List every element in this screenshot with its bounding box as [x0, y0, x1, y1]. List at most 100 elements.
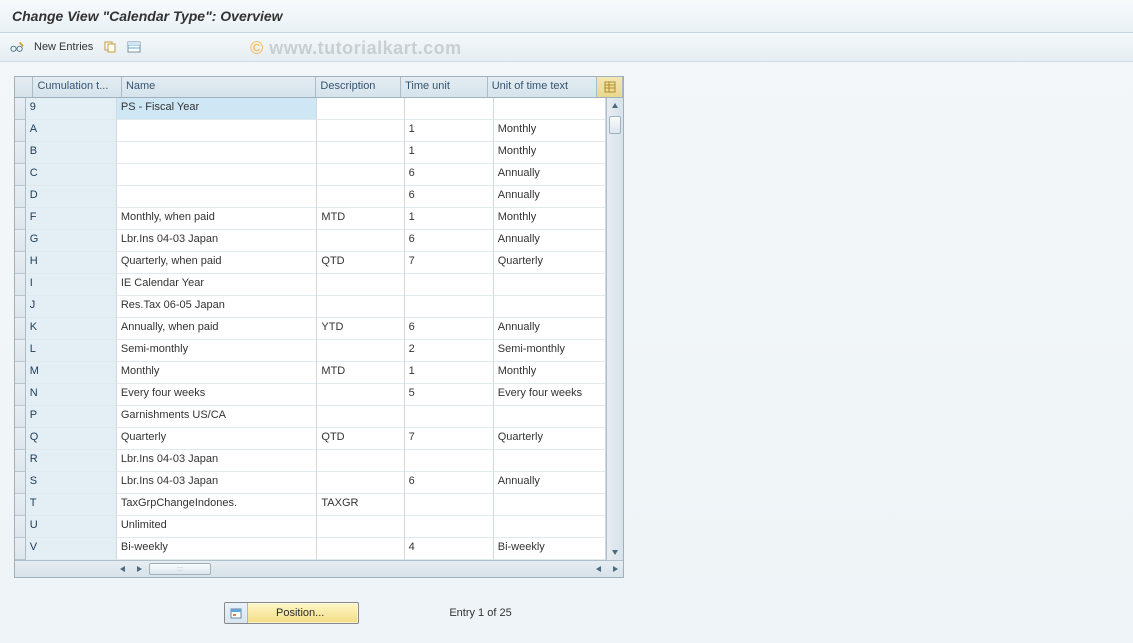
- cell-description[interactable]: [317, 120, 404, 142]
- cell-time-unit[interactable]: 6: [405, 472, 494, 494]
- row-selector[interactable]: [15, 494, 26, 516]
- cell-description[interactable]: [317, 472, 404, 494]
- cell-cumulation[interactable]: G: [26, 230, 117, 252]
- cell-cumulation[interactable]: D: [26, 186, 117, 208]
- table-row[interactable]: B1Monthly: [15, 142, 606, 164]
- cell-name[interactable]: Bi-weekly: [117, 538, 318, 560]
- cell-description[interactable]: MTD: [317, 208, 404, 230]
- cell-unit-text[interactable]: Monthly: [494, 142, 607, 164]
- cell-unit-text[interactable]: [494, 98, 607, 120]
- cell-cumulation[interactable]: A: [26, 120, 117, 142]
- row-selector[interactable]: [15, 516, 26, 538]
- cell-unit-text[interactable]: Annually: [494, 164, 607, 186]
- cell-unit-text[interactable]: [494, 494, 607, 516]
- cell-description[interactable]: [317, 142, 404, 164]
- table-row[interactable]: IIE Calendar Year: [15, 274, 606, 296]
- cell-unit-text[interactable]: [494, 516, 607, 538]
- cell-description[interactable]: [317, 230, 404, 252]
- cell-description[interactable]: [317, 406, 404, 428]
- table-row[interactable]: FMonthly, when paidMTD1Monthly: [15, 208, 606, 230]
- row-selector[interactable]: [15, 340, 26, 362]
- row-selector[interactable]: [15, 318, 26, 340]
- cell-time-unit[interactable]: 1: [405, 362, 494, 384]
- row-selector[interactable]: [15, 538, 26, 560]
- cell-unit-text[interactable]: Monthly: [494, 208, 607, 230]
- cell-time-unit[interactable]: 6: [405, 186, 494, 208]
- cell-unit-text[interactable]: Annually: [494, 318, 607, 340]
- table-row[interactable]: NEvery four weeks5Every four weeks: [15, 384, 606, 406]
- row-selector[interactable]: [15, 252, 26, 274]
- cell-cumulation[interactable]: L: [26, 340, 117, 362]
- cell-name[interactable]: Quarterly: [117, 428, 318, 450]
- scroll-down-button[interactable]: [607, 544, 623, 560]
- cell-cumulation[interactable]: 9: [26, 98, 117, 120]
- row-selector[interactable]: [15, 450, 26, 472]
- cell-name[interactable]: [117, 164, 318, 186]
- table-row[interactable]: MMonthlyMTD1Monthly: [15, 362, 606, 384]
- cell-name[interactable]: [117, 186, 318, 208]
- cell-time-unit[interactable]: [405, 296, 494, 318]
- cell-description[interactable]: QTD: [317, 252, 404, 274]
- row-selector[interactable]: [15, 98, 26, 120]
- row-selector[interactable]: [15, 472, 26, 494]
- cell-unit-text[interactable]: Annually: [494, 472, 607, 494]
- table-row[interactable]: JRes.Tax 06-05 Japan: [15, 296, 606, 318]
- cell-cumulation[interactable]: R: [26, 450, 117, 472]
- table-row[interactable]: GLbr.Ins 04-03 Japan6Annually: [15, 230, 606, 252]
- cell-cumulation[interactable]: J: [26, 296, 117, 318]
- row-selector[interactable]: [15, 296, 26, 318]
- cell-name[interactable]: Semi-monthly: [117, 340, 318, 362]
- select-all-handle[interactable]: [15, 77, 33, 97]
- row-selector[interactable]: [15, 384, 26, 406]
- table-row[interactable]: C6Annually: [15, 164, 606, 186]
- cell-time-unit[interactable]: 4: [405, 538, 494, 560]
- cell-time-unit[interactable]: 1: [405, 142, 494, 164]
- cell-time-unit[interactable]: [405, 98, 494, 120]
- cell-unit-text[interactable]: Monthly: [494, 362, 607, 384]
- scroll-thumb[interactable]: [609, 116, 621, 134]
- cell-time-unit[interactable]: 7: [405, 252, 494, 274]
- row-selector[interactable]: [15, 120, 26, 142]
- scroll-left-end-button[interactable]: [591, 561, 607, 577]
- cell-time-unit[interactable]: 1: [405, 208, 494, 230]
- cell-time-unit[interactable]: 1: [405, 120, 494, 142]
- cell-name[interactable]: Unlimited: [117, 516, 318, 538]
- row-selector[interactable]: [15, 208, 26, 230]
- cell-description[interactable]: YTD: [317, 318, 404, 340]
- col-header-unit-text[interactable]: Unit of time text: [488, 77, 597, 97]
- col-header-description[interactable]: Description: [316, 77, 401, 97]
- cell-name[interactable]: Lbr.Ins 04-03 Japan: [117, 472, 318, 494]
- table-row[interactable]: D6Annually: [15, 186, 606, 208]
- scroll-up-button[interactable]: [609, 98, 621, 114]
- cell-cumulation[interactable]: H: [26, 252, 117, 274]
- new-entries-button[interactable]: New Entries: [34, 41, 93, 53]
- cell-description[interactable]: [317, 98, 404, 120]
- cell-name[interactable]: Lbr.Ins 04-03 Japan: [117, 230, 318, 252]
- cell-cumulation[interactable]: U: [26, 516, 117, 538]
- cell-name[interactable]: Annually, when paid: [117, 318, 318, 340]
- cell-cumulation[interactable]: K: [26, 318, 117, 340]
- table-row[interactable]: LSemi-monthly2Semi-monthly: [15, 340, 606, 362]
- cell-description[interactable]: [317, 340, 404, 362]
- cell-description[interactable]: MTD: [317, 362, 404, 384]
- cell-unit-text[interactable]: Bi-weekly: [494, 538, 607, 560]
- cell-description[interactable]: [317, 538, 404, 560]
- cell-description[interactable]: [317, 296, 404, 318]
- cell-cumulation[interactable]: I: [26, 274, 117, 296]
- cell-time-unit[interactable]: 6: [405, 230, 494, 252]
- scroll-right-button[interactable]: [131, 561, 147, 577]
- vertical-scrollbar[interactable]: [606, 98, 623, 560]
- cell-time-unit[interactable]: [405, 450, 494, 472]
- cell-cumulation[interactable]: F: [26, 208, 117, 230]
- row-selector[interactable]: [15, 230, 26, 252]
- cell-name[interactable]: Quarterly, when paid: [117, 252, 318, 274]
- scroll-left-button[interactable]: [115, 561, 131, 577]
- table-row[interactable]: QQuarterlyQTD7Quarterly: [15, 428, 606, 450]
- hscroll-thumb[interactable]: :::: [149, 563, 211, 575]
- row-selector[interactable]: [15, 428, 26, 450]
- delimit-button[interactable]: [127, 40, 141, 54]
- cell-description[interactable]: TAXGR: [317, 494, 404, 516]
- cell-unit-text[interactable]: [494, 274, 607, 296]
- table-row[interactable]: SLbr.Ins 04-03 Japan6Annually: [15, 472, 606, 494]
- cell-time-unit[interactable]: [405, 494, 494, 516]
